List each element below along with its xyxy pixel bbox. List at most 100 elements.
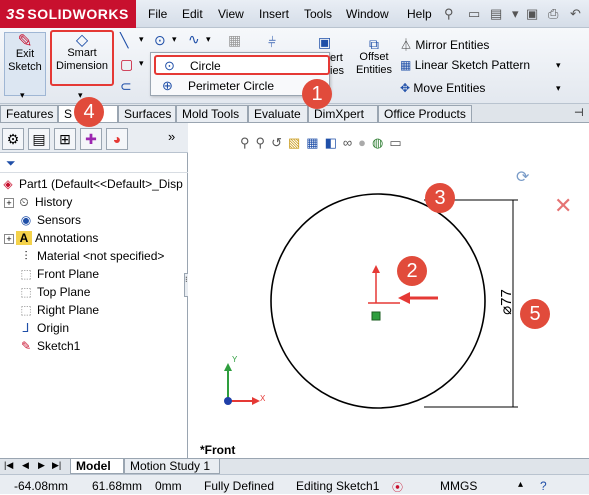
material-icon: ⫶ <box>24 249 28 263</box>
menu-view[interactable]: View <box>218 7 244 21</box>
first-tab-arrow-icon[interactable]: |◀ <box>4 460 13 471</box>
rectangle-dropdown-icon[interactable]: ▾ <box>139 58 144 69</box>
exit-sketch-dropdown-icon[interactable]: ▾ <box>20 90 25 101</box>
tree-item-material[interactable]: ⫶ Material <not specified> <box>0 249 188 267</box>
units-dropdown-icon[interactable]: ▴ <box>518 479 523 490</box>
smart-dimension-button[interactable]: ◇ Smart Dimension <box>50 30 114 86</box>
exit-sketch-button[interactable]: ✎ Exit Sketch <box>4 32 46 96</box>
convert-entities-label-a: ert <box>330 52 343 64</box>
status-x-coordinate: -64.08mm <box>14 479 69 493</box>
next-tab-arrow-icon[interactable]: ▶ <box>38 460 45 471</box>
open-icon[interactable]: ▤ <box>490 6 502 22</box>
sketch-icon: ✎ <box>20 339 32 353</box>
menu-insert[interactable]: Insert <box>259 7 289 21</box>
move-entities-label: Move Entities <box>413 81 486 95</box>
logo-prefix: 3S <box>6 6 26 23</box>
rebuild-indicator-icon[interactable]: ⦿ <box>392 479 403 495</box>
offset-entities-button[interactable]: ⧉ Offset Entities <box>354 37 394 84</box>
origin-icon: ⅃ <box>22 321 30 335</box>
view-name-label: *Front <box>200 443 236 457</box>
convert-entities-icon[interactable]: ▣ <box>318 34 331 51</box>
circle-tool-icon[interactable]: ⊙ <box>154 32 166 49</box>
tree-item-label: Top Plane <box>37 285 91 299</box>
prev-tab-arrow-icon[interactable]: ◀ <box>22 460 29 471</box>
tree-item-label: History <box>35 195 73 209</box>
slot-icon[interactable]: ⊂ <box>120 78 132 95</box>
tab-surfaces[interactable]: Surfaces <box>118 105 176 122</box>
circle-center-point[interactable] <box>371 311 381 321</box>
sensors-icon: ◉ <box>20 213 32 227</box>
tree-item-history[interactable]: + ⏲ History <box>0 195 188 213</box>
feature-manager-panel: ⚙ ▤ ⊞ ✚ ◕ » ⏷ ◈ Part1 (Default<<Default>_… <box>0 123 190 458</box>
open-dropdown-icon[interactable]: ▾ <box>512 6 519 22</box>
display-manager-tab-icon[interactable]: ◕ <box>106 128 128 150</box>
menu-tools[interactable]: Tools <box>304 7 332 21</box>
property-manager-tab-icon[interactable]: ▤ <box>28 128 50 150</box>
menu-file[interactable]: File <box>148 7 167 21</box>
sketch-circle[interactable] <box>270 193 486 409</box>
tree-item-front-plane[interactable]: ⬚ Front Plane <box>0 267 188 285</box>
save-icon[interactable]: ▣ <box>526 6 538 22</box>
dimxpert-manager-tab-icon[interactable]: ✚ <box>80 128 102 150</box>
status-units[interactable]: MMGS <box>440 479 477 493</box>
tree-item-origin[interactable]: ⅃ Origin <box>0 321 188 339</box>
tab-office-products[interactable]: Office Products <box>378 105 472 122</box>
tabs-pin-icon[interactable]: ⊣ <box>574 106 584 119</box>
circle-menu-item[interactable]: ⊙ Circle <box>154 55 330 75</box>
configuration-manager-tab-icon[interactable]: ⊞ <box>54 128 76 150</box>
move-dropdown-icon[interactable]: ▾ <box>556 83 561 94</box>
tree-item-right-plane[interactable]: ⬚ Right Plane <box>0 303 188 321</box>
tree-item-label: Material <not specified> <box>37 249 165 263</box>
filter-icon[interactable]: ⏷ <box>6 156 16 171</box>
tree-item-label: Origin <box>37 321 70 335</box>
tab-features[interactable]: Features <box>0 105 58 122</box>
tree-root-part[interactable]: ◈ Part1 (Default<<Default>_Disp <box>0 177 188 195</box>
new-document-icon[interactable]: ▭ <box>468 6 480 22</box>
tab-evaluate[interactable]: Evaluate <box>248 105 308 122</box>
line-icon[interactable]: ╲ <box>120 32 128 49</box>
menu-bar: 3S SOLIDWORKS File Edit View Insert Tools… <box>0 0 589 28</box>
solidworks-logo[interactable]: 3S SOLIDWORKS <box>0 0 136 28</box>
tab-motion-study[interactable]: Motion Study 1 <box>124 459 220 474</box>
graphics-area[interactable]: ⚲⚲↺▧▦◧∞●◍▭ ⟳ ✕ ⌀77 Y X *Front <box>188 123 589 458</box>
expand-icon[interactable]: + <box>4 197 14 208</box>
tree-item-sketch1[interactable]: ✎ Sketch1 <box>0 339 188 357</box>
tab-model[interactable]: Model <box>70 459 124 474</box>
perimeter-circle-menu-label: Perimeter Circle <box>188 79 275 93</box>
move-entities-button[interactable]: ✥ Move Entities <box>400 81 485 95</box>
menu-help[interactable]: Help <box>407 7 432 21</box>
circle-icon: ⊙ <box>164 58 175 73</box>
linear-sketch-pattern-button[interactable]: ▦ Linear Sketch Pattern <box>400 58 530 72</box>
tree-item-sensors[interactable]: ◉ Sensors <box>0 213 188 231</box>
mirror-entities-button[interactable]: ⏃ Mirror Entities <box>400 36 489 53</box>
plane-icon[interactable]: ▦ <box>228 32 241 49</box>
tree-item-annotations[interactable]: + A Annotations <box>0 231 188 249</box>
last-tab-arrow-icon[interactable]: ▶| <box>52 460 61 471</box>
expand-icon[interactable]: + <box>4 233 14 244</box>
pin-icon[interactable]: ⚲ <box>444 6 454 22</box>
perimeter-circle-icon: ⊕ <box>162 78 173 93</box>
tab-mold-tools[interactable]: Mold Tools <box>176 105 248 122</box>
triad-x-arrowhead <box>252 397 260 405</box>
feature-manager-tab-icon[interactable]: ⚙ <box>2 128 24 150</box>
callout-badge-4: 4 <box>74 97 104 127</box>
undo-icon[interactable]: ↶ <box>570 6 581 22</box>
rectangle-icon[interactable]: ▢ <box>120 56 133 73</box>
line-dropdown-icon[interactable]: ▾ <box>139 34 144 45</box>
menu-edit[interactable]: Edit <box>182 7 203 21</box>
spline-dropdown-icon[interactable]: ▾ <box>206 34 211 45</box>
menu-window[interactable]: Window <box>346 7 389 21</box>
print-icon[interactable]: ⎙ <box>548 6 558 22</box>
diameter-dimension-label[interactable]: ⌀77 <box>497 289 515 315</box>
trim-entities-icon[interactable]: ⫩ <box>268 34 276 51</box>
circle-dropdown-icon[interactable]: ▾ <box>172 34 177 45</box>
expand-panel-icon[interactable]: » <box>168 129 175 144</box>
tree-item-top-plane[interactable]: ⬚ Top Plane <box>0 285 188 303</box>
help-icon[interactable]: ? <box>540 479 547 493</box>
convert-entities-label-b: ies <box>330 65 345 77</box>
status-bar: -64.08mm 61.68mm 0mm Fully Defined Editi… <box>0 474 589 494</box>
annotations-icon: A <box>16 231 32 245</box>
spline-icon[interactable]: ∿ <box>188 31 200 48</box>
pattern-dropdown-icon[interactable]: ▾ <box>556 60 561 71</box>
status-z-coordinate: 0mm <box>155 479 182 493</box>
